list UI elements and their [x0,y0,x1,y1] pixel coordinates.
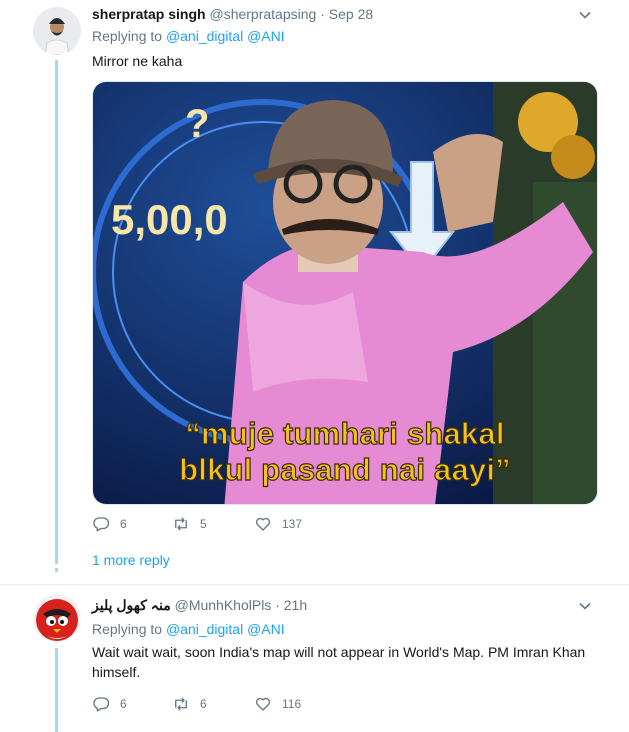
mention-link[interactable]: @ani_digital [166,621,243,637]
timestamp[interactable]: Sep 28 [329,6,373,22]
thread-dots [55,568,58,572]
chevron-down-icon[interactable] [577,598,593,614]
separator-dot: · [320,6,325,22]
reply-button[interactable]: 6 [92,515,127,533]
reply-icon [93,517,110,532]
timestamp[interactable]: 21h [284,597,307,613]
mention-link[interactable]: @ani_digital [166,28,243,44]
meme-caption-line-2: blkul pasand nai aayi” [179,451,512,487]
tweet-2[interactable]: منہ کھول پلیز @MunhKholPls · 21h Replyin… [0,585,629,732]
like-button[interactable]: 116 [254,695,301,713]
like-count: 137 [282,517,303,531]
reply-count: 6 [120,697,127,711]
retweet-count: 6 [200,697,207,711]
replying-label: Replying to [92,621,163,637]
retweet-button[interactable]: 5 [172,515,207,533]
display-name[interactable]: sherpratap singh [92,6,206,22]
separator-dot: · [275,597,280,613]
tweet-header: sherpratap singh @sherpratapsing · Sep 2… [92,6,373,22]
user-handle[interactable]: @MunhKholPls [175,597,272,613]
reply-count: 6 [120,517,127,531]
avatar[interactable] [33,594,81,642]
like-icon [255,517,271,531]
reply-icon [93,697,110,712]
tweet-1[interactable]: sherpratap singh @sherpratapsing · Sep 2… [0,0,629,584]
chevron-down-icon[interactable] [577,7,593,23]
thread-line [55,648,58,732]
like-count: 116 [282,697,302,711]
meme-caption-line-1: “muje tumhari shakal [185,415,505,451]
like-icon [255,697,271,711]
replying-label: Replying to [92,28,163,44]
mention-link[interactable]: @ANI [247,621,285,637]
like-button[interactable]: 137 [254,515,302,533]
avatar[interactable] [33,7,81,55]
user-handle[interactable]: @sherpratapsing [209,6,316,22]
tweet-header: منہ کھول پلیز @MunhKholPls · 21h [92,597,307,614]
replying-to: Replying to @ani_digital @ANI [92,28,285,44]
reply-button[interactable]: 6 [92,695,127,713]
retweet-icon [175,517,187,531]
display-name[interactable]: منہ کھول پلیز [92,597,171,613]
board-amount: 5,00,0 [111,196,228,243]
mention-link[interactable]: @ANI [247,28,285,44]
tweet-image[interactable]: ? 5,00,0 “muje tumhari shakal blkul pasa… [92,81,598,505]
tweet-text: Wait wait wait, soon India's map will no… [92,644,586,680]
replying-to: Replying to @ani_digital @ANI [92,621,285,637]
board-question-mark: ? [185,102,209,146]
retweet-count: 5 [200,517,207,531]
thread-dots [55,552,58,556]
thread-line [55,60,58,560]
retweet-button[interactable]: 6 [172,695,207,713]
thread-dots [55,560,58,564]
more-replies-link[interactable]: 1 more reply [92,552,170,568]
retweet-icon [175,697,187,711]
tweet-text: Mirror ne kaha [92,53,183,69]
